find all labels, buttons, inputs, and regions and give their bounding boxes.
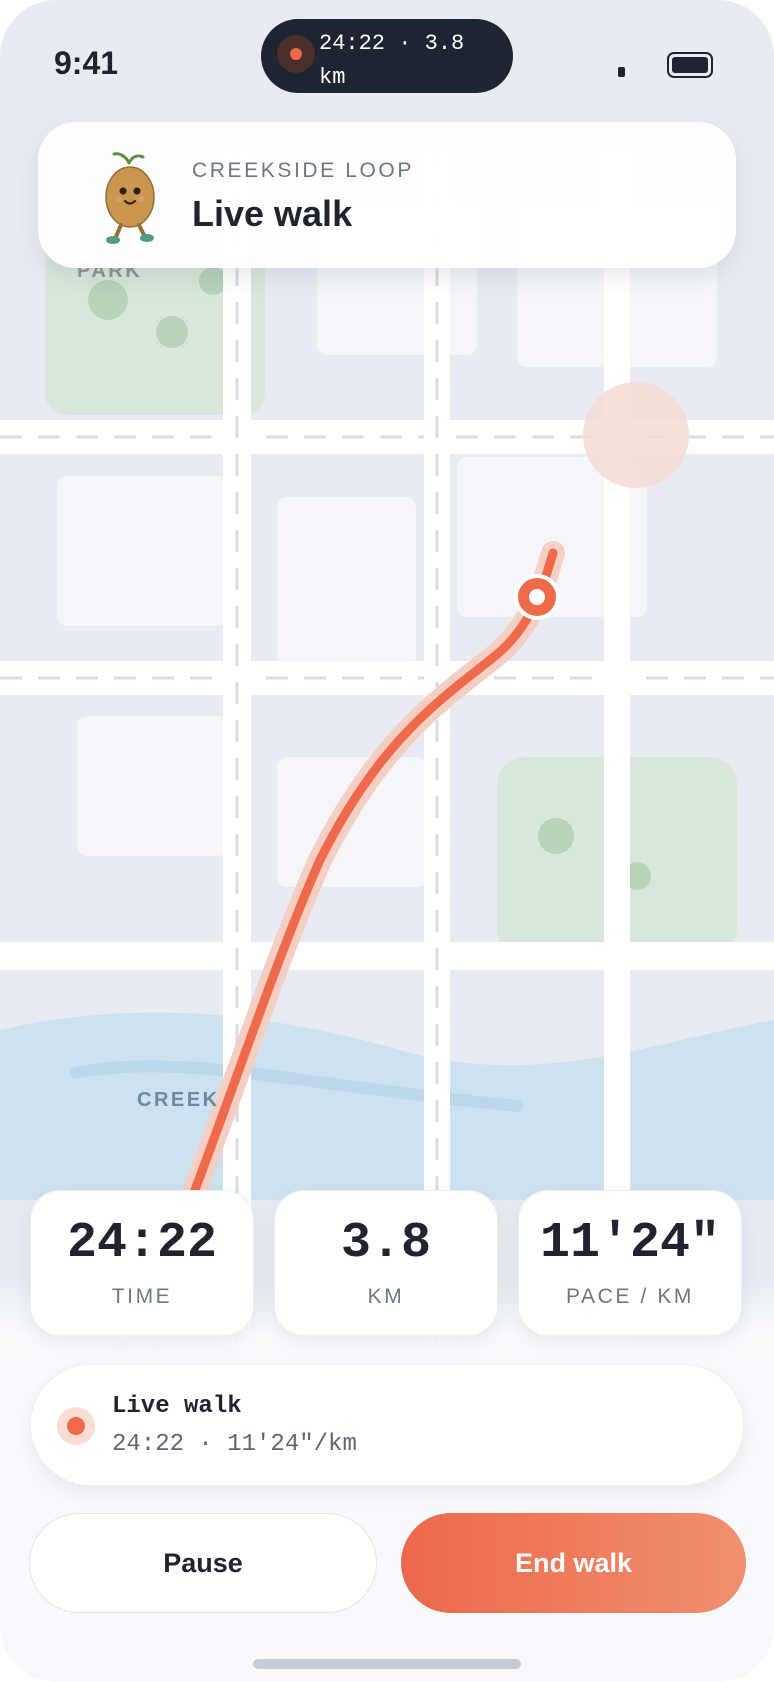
live-walk-title: Live walk [112, 1393, 242, 1420]
map-label-creek: CREEK [137, 1089, 220, 1111]
battery-level [672, 57, 708, 73]
road [604, 150, 630, 1350]
live-walk-bar[interactable]: Live walk 24:22 · 11'24"/km [30, 1364, 744, 1486]
pause-button[interactable]: Pause [29, 1513, 377, 1613]
stat-card-pace: 11'24" PACE / KM [518, 1190, 742, 1336]
live-activity-text: 24:22 · 3.8 km [319, 31, 465, 90]
stat-value: 24:22 [66, 1215, 218, 1272]
map-block [57, 476, 227, 626]
stat-label: TIME [111, 1285, 173, 1308]
stat-card-time: 24:22 TIME [30, 1190, 254, 1336]
signal-icon [618, 67, 625, 77]
park-tree [199, 267, 227, 295]
stat-value: 11'24" [539, 1215, 721, 1272]
route-card[interactable]: CREEKSIDE LOOP Live walk [38, 122, 736, 268]
home-indicator[interactable] [253, 1659, 521, 1669]
recording-indicator-icon [277, 35, 315, 73]
status-time: 9:41 [54, 45, 119, 81]
end-walk-button[interactable]: End walk [401, 1513, 746, 1613]
park-tree [88, 280, 128, 320]
map-block [77, 716, 227, 856]
stat-card-distance: 3.8 KM [274, 1190, 498, 1336]
creek-water [0, 1012, 774, 1200]
map-block [277, 497, 416, 667]
live-walk-summary: 24:22 · 11'24"/km [112, 1431, 357, 1458]
current-location-center [529, 589, 545, 605]
stat-label: PACE / KM [565, 1285, 695, 1308]
stat-value: 3.8 [340, 1215, 431, 1272]
potato-mascot-icon [105, 152, 155, 244]
road [0, 942, 774, 970]
phone-screen: PARK CREEK 9:41 24:22 · 3.8 km CREEKSIDE… [0, 0, 774, 1682]
dynamic-island[interactable]: 24:22 · 3.8 km [261, 19, 513, 93]
recording-dot-icon [57, 1407, 95, 1445]
battery-icon [667, 52, 713, 78]
park-tree [538, 818, 574, 854]
road [424, 150, 450, 1350]
park-tree [156, 316, 188, 348]
stat-label: KM [367, 1285, 405, 1308]
road [223, 150, 251, 1350]
route-name: CREEKSIDE LOOP [192, 159, 414, 182]
route-status-title: Live walk [192, 193, 353, 234]
destination-marker[interactable] [583, 382, 689, 488]
